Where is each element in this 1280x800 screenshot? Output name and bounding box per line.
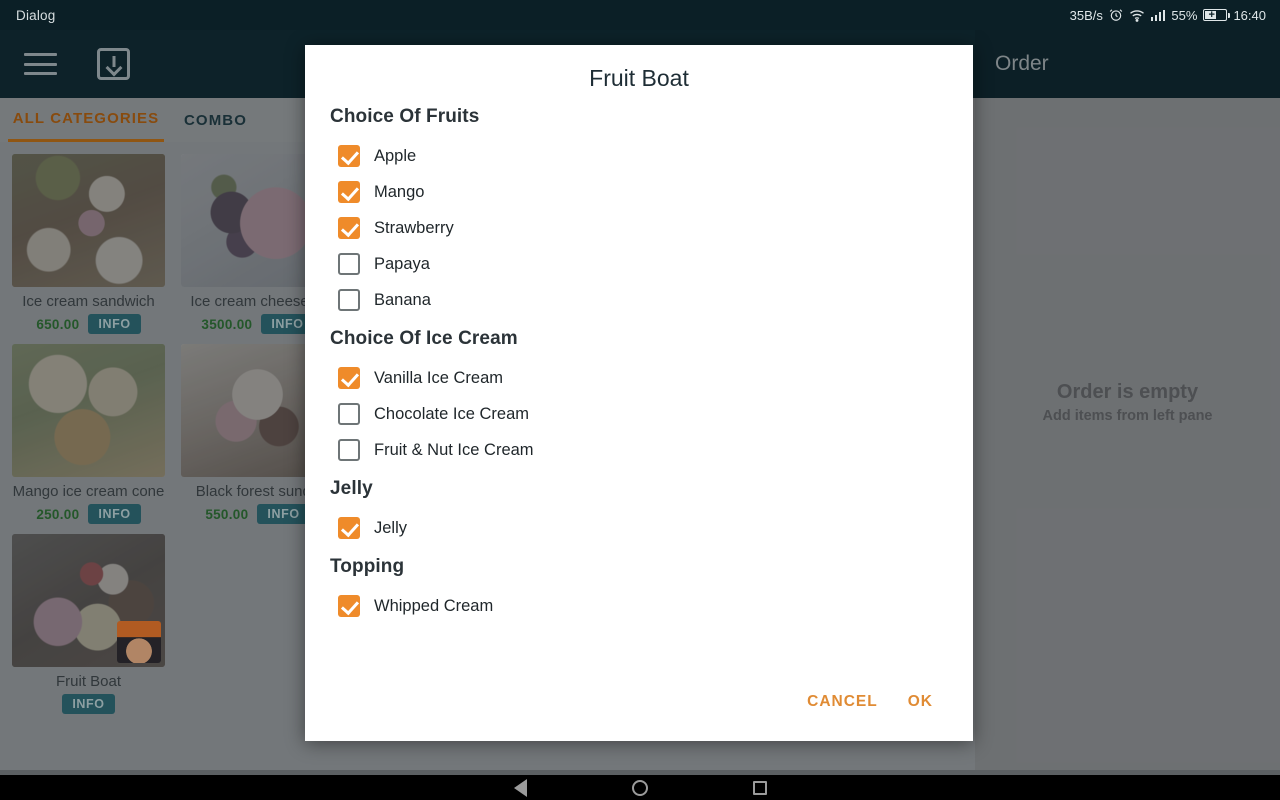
dialog-title: Fruit Boat — [589, 65, 689, 91]
option-label: Fruit & Nut Ice Cream — [374, 440, 534, 459]
nav-home-button[interactable] — [580, 779, 700, 796]
nav-recents-button[interactable] — [700, 780, 820, 795]
option-row[interactable]: Fruit & Nut Ice Cream — [330, 432, 947, 468]
clock-label: 16:40 — [1233, 7, 1266, 23]
alarm-icon — [1109, 8, 1123, 22]
checkbox-checked-icon[interactable] — [338, 181, 360, 203]
network-speed-label: 35B/s — [1069, 7, 1103, 23]
battery-percent-label: 55% — [1171, 7, 1198, 23]
options-dialog: Fruit Boat Choice Of Fruits Apple Mango … — [305, 45, 973, 741]
android-nav-bar — [0, 775, 1280, 800]
option-row[interactable]: Apple — [330, 138, 947, 174]
option-label: Mango — [374, 182, 425, 201]
screen: Dialog 35B/s 55% + 16:40 ALL CATEGORIES … — [0, 0, 1280, 800]
option-row[interactable]: Mango — [330, 174, 947, 210]
option-label: Strawberry — [374, 218, 454, 237]
checkbox-unchecked-icon[interactable] — [338, 439, 360, 461]
option-row[interactable]: Papaya — [330, 246, 947, 282]
checkbox-checked-icon[interactable] — [338, 517, 360, 539]
recents-square-icon — [753, 780, 767, 795]
battery-charging-icon: + — [1203, 9, 1231, 21]
checkbox-unchecked-icon[interactable] — [338, 253, 360, 275]
option-row[interactable]: Banana — [330, 282, 947, 318]
status-bar-right: 35B/s 55% + 16:40 — [1070, 8, 1266, 23]
option-label: Papaya — [374, 254, 430, 273]
option-row[interactable]: Chocolate Ice Cream — [330, 396, 947, 432]
dialog-actions: CANCEL OK — [305, 685, 973, 741]
checkbox-checked-icon[interactable] — [338, 595, 360, 617]
option-label: Chocolate Ice Cream — [374, 404, 529, 423]
group-title: Choice Of Ice Cream — [330, 328, 518, 349]
cancel-button[interactable]: CANCEL — [807, 693, 878, 711]
group-title: Choice Of Fruits — [330, 106, 480, 127]
option-group: Jelly Jelly — [330, 478, 947, 546]
option-label: Apple — [374, 146, 417, 165]
wifi-icon — [1129, 9, 1145, 22]
back-triangle-icon — [513, 778, 527, 797]
option-group: Choice Of Fruits Apple Mango Strawberry … — [330, 106, 947, 318]
signal-bars-icon — [1150, 9, 1166, 21]
checkbox-checked-icon[interactable] — [338, 217, 360, 239]
dialog-body: Choice Of Fruits Apple Mango Strawberry … — [305, 106, 973, 685]
group-title: Jelly — [330, 478, 373, 499]
status-bar: Dialog 35B/s 55% + 16:40 — [0, 0, 1280, 30]
ok-button[interactable]: OK — [908, 693, 933, 711]
option-group: Choice Of Ice Cream Vanilla Ice Cream Ch… — [330, 328, 947, 468]
option-row[interactable]: Strawberry — [330, 210, 947, 246]
option-row[interactable]: Whipped Cream — [330, 588, 947, 624]
checkbox-unchecked-icon[interactable] — [338, 403, 360, 425]
checkbox-checked-icon[interactable] — [338, 145, 360, 167]
option-label: Banana — [374, 290, 431, 309]
checkbox-checked-icon[interactable] — [338, 367, 360, 389]
window-label: Dialog — [16, 7, 56, 23]
option-group: Topping Whipped Cream — [330, 556, 947, 624]
checkbox-unchecked-icon[interactable] — [338, 289, 360, 311]
option-label: Vanilla Ice Cream — [374, 368, 503, 387]
group-title: Topping — [330, 556, 405, 577]
option-row[interactable]: Jelly — [330, 510, 947, 546]
home-circle-icon — [632, 779, 648, 796]
nav-back-button[interactable] — [460, 778, 580, 797]
option-row[interactable]: Vanilla Ice Cream — [330, 360, 947, 396]
option-label: Whipped Cream — [374, 596, 494, 615]
option-label: Jelly — [374, 518, 408, 537]
